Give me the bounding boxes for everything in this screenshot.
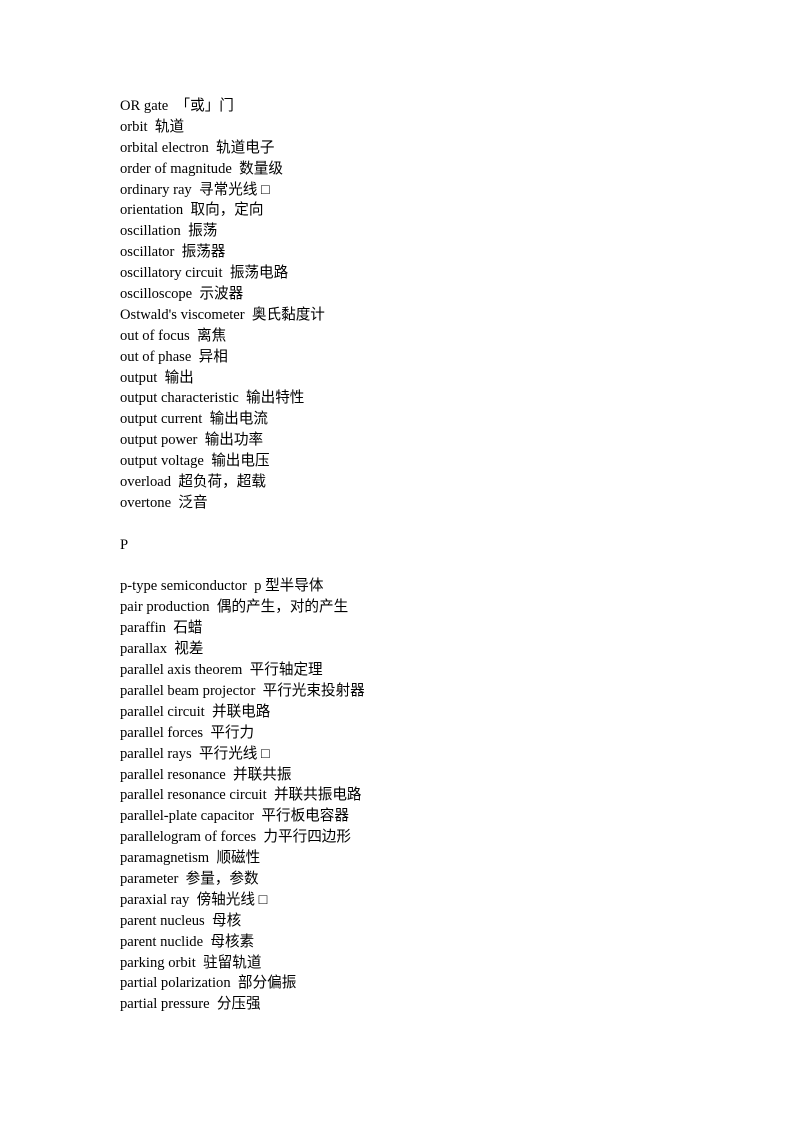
glossary-entry: Ostwald's viscometer 奥氏黏度计 [120,306,325,323]
glossary-entry: oscilloscope 示波器 [120,286,244,303]
glossary-entry: output 输出 [120,369,194,386]
glossary-entry: overtone 泛音 [120,494,208,511]
glossary-entry: parallel-plate capacitor 平行板电容器 [120,808,349,825]
glossary-entry: parallax 视差 [120,641,204,658]
glossary-entry: orbit 轨道 [120,118,185,135]
glossary-entry: output voltage 输出电压 [120,453,270,470]
glossary-entry: output power 输出功率 [120,432,264,449]
glossary-entry: parallel resonance 并联共振 [120,766,292,783]
glossary-entry: order of magnitude 数量级 [120,160,283,177]
glossary-entry: parent nucleus 母核 [120,912,242,929]
glossary-entry: partial polarization 部分偏振 [120,975,297,992]
glossary-entry: parameter 参量，参数 [120,870,259,887]
glossary-entry: output characteristic 输出特性 [120,390,305,407]
glossary-entry: pair production 偶的产生，对的产生 [120,599,349,616]
glossary-entry: parallel resonance circuit 并联共振电路 [120,787,362,804]
glossary-entry: out of focus 离焦 [120,327,227,344]
glossary-entry: parking orbit 驻留轨道 [120,954,262,971]
glossary-entry: out of phase 异相 [120,348,228,365]
document-page: OR gate 「或」门 orbit 轨道 orbital electron 轨… [0,0,794,1123]
glossary-entry: orientation 取向，定向 [120,202,264,219]
glossary-entry: paramagnetism 顺磁性 [120,850,261,867]
glossary-entry: parent nuclide 母核素 [120,933,255,950]
glossary-entry: parallel circuit 并联电路 [120,703,271,720]
glossary-entry: oscillator 振荡器 [120,244,226,261]
glossary-entry: ordinary ray 寻常光线 □ [120,181,270,198]
glossary-entry: p-type semiconductor p 型半导体 [120,578,324,595]
glossary-entry: parallel rays 平行光线 □ [120,745,270,762]
glossary-entry: parallelogram of forces 力平行四边形 [120,829,351,846]
glossary-entry: paraffin 石蜡 [120,620,203,637]
section-letter-heading: P [120,536,129,553]
glossary-entry: output current 输出电流 [120,411,268,428]
glossary-entry: parallel beam projector 平行光束投射器 [120,682,365,699]
glossary-entry: partial pressure 分压强 [120,996,261,1013]
glossary-entry: oscillatory circuit 振荡电路 [120,265,289,282]
glossary-entry: orbital electron 轨道电子 [120,139,275,156]
glossary-entry: parallel forces 平行力 [120,724,255,741]
glossary-content: OR gate 「或」门 orbit 轨道 orbital electron 轨… [120,96,680,1015]
glossary-entry: parallel axis theorem 平行轴定理 [120,662,323,679]
glossary-entry: oscillation 振荡 [120,223,218,240]
glossary-entry: OR gate 「或」门 [120,98,234,114]
glossary-entry: overload 超负荷，超载 [120,474,266,491]
glossary-entry: paraxial ray 傍轴光线 □ [120,891,268,908]
